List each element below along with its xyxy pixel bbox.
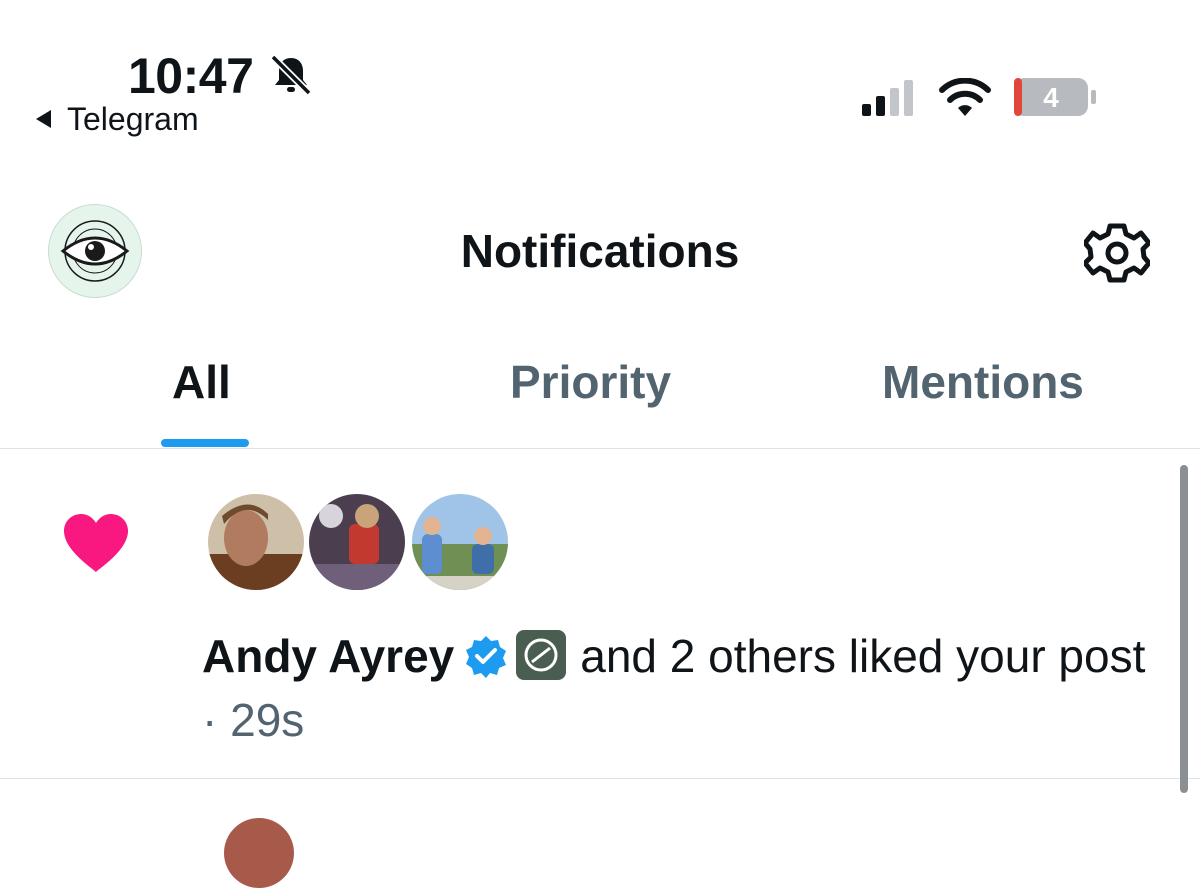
liker-avatar-1[interactable] [204,490,308,594]
person-photo [208,494,304,590]
liker-avatar-2[interactable] [305,490,409,594]
page-title: Notifications [460,225,740,277]
family-photo [412,494,508,590]
liker-name[interactable]: Andy Ayrey [202,630,454,682]
verified-badge-icon [466,636,507,678]
liker-avatar-3[interactable] [408,490,512,594]
back-app-label: Telegram [67,100,199,137]
active-tab-indicator [161,439,249,447]
tab-mentions[interactable]: Mentions [882,350,1084,414]
scrollbar[interactable] [1180,465,1188,793]
back-to-app-button[interactable]: Telegram [36,100,199,137]
tab-all[interactable]: All [172,350,231,414]
battery-level: 4 [1043,82,1059,113]
notification-tabs: All Priority Mentions [0,350,1200,449]
cartoon-art [309,494,405,590]
notification-separator: · [202,694,218,746]
list-divider [0,778,1200,779]
notification-time: 29s [230,694,305,746]
settings-gear-icon[interactable] [1084,220,1150,286]
wifi-icon [939,78,991,116]
clock: 10:47 [128,48,254,104]
notification-body: and 2 others liked your post [580,630,1146,682]
cellular-signal-icon [862,80,913,116]
tab-priority[interactable]: Priority [510,350,671,414]
notification-text[interactable]: Andy Ayrey and 2 others liked your post … [202,624,1162,752]
affiliate-badge-icon [516,630,567,680]
heart-icon [64,514,128,572]
bell-slash-icon [270,54,312,96]
next-item-avatar[interactable] [224,818,294,888]
battery-icon: 4 [1014,78,1096,116]
back-arrow-icon [36,110,51,128]
